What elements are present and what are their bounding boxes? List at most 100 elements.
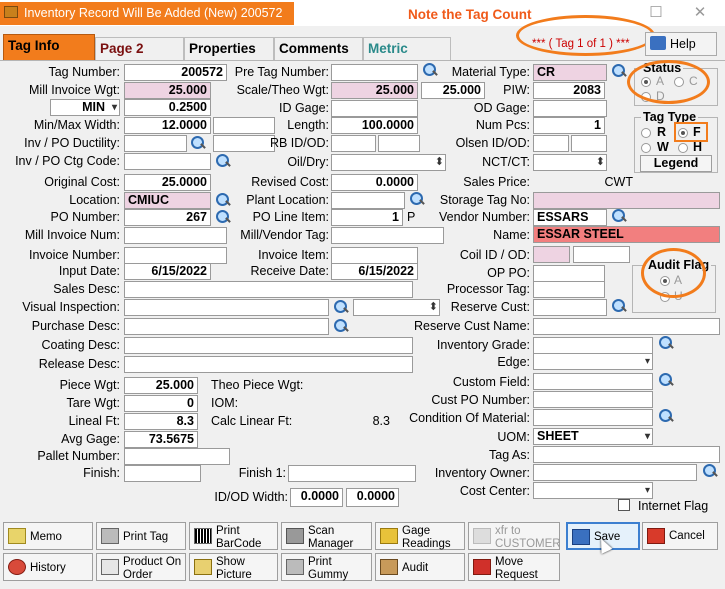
po-line-item-field[interactable]: 1	[331, 209, 403, 226]
coil-od-field[interactable]	[573, 246, 630, 263]
tag-number-field[interactable]: 200572	[124, 64, 227, 81]
help-button[interactable]: Help	[645, 32, 717, 56]
pallet-number-field[interactable]	[124, 448, 230, 465]
vendor-number-field[interactable]: ESSARS	[533, 209, 607, 226]
cost-center-select[interactable]	[533, 482, 653, 499]
reserve-cust-name-field[interactable]	[533, 318, 720, 335]
inventory-grade-field[interactable]	[533, 337, 653, 354]
piw-field[interactable]: 2083	[533, 82, 605, 99]
gage-readings-button[interactable]: Gage Readings	[375, 522, 465, 550]
inventory-owner-search-icon[interactable]	[700, 462, 720, 480]
piece-wgt-field[interactable]: 25.000	[124, 377, 198, 394]
original-cost-field[interactable]: 25.0000	[124, 174, 211, 191]
close-window-icon[interactable]: ✕	[690, 4, 710, 22]
min-max-width-field[interactable]: 12.0000	[124, 117, 211, 134]
num-pcs-field[interactable]: 1	[533, 117, 605, 134]
location-field[interactable]: CMIUC	[124, 192, 211, 209]
scale-wgt-field[interactable]: 25.000	[331, 82, 418, 99]
inv-po-ctg-code-field[interactable]	[124, 153, 211, 170]
release-desc-field[interactable]	[124, 356, 413, 373]
purchase-desc-search-icon[interactable]	[331, 317, 351, 335]
tab-comments[interactable]: Comments	[274, 37, 363, 60]
edge-select[interactable]	[533, 353, 653, 370]
olsen-id-field[interactable]	[533, 135, 569, 152]
min-max-value-field[interactable]: 0.2500	[124, 99, 211, 116]
pre-tag-number-field[interactable]	[331, 64, 418, 81]
input-date-field[interactable]: 6/15/2022	[124, 263, 211, 280]
tag-as-field[interactable]	[533, 446, 720, 463]
mill-invoice-wgt-field[interactable]: 25.000	[124, 82, 211, 99]
invoice-item-field[interactable]	[331, 247, 418, 264]
scan-manager-button[interactable]: Scan Manager	[281, 522, 372, 550]
audit-button[interactable]: Audit	[375, 553, 465, 581]
oil-dry-label: Oil/Dry:	[287, 155, 329, 169]
maximize-icon[interactable]: ☐	[646, 4, 666, 22]
history-button[interactable]: History	[3, 553, 93, 581]
tag-type-w-radio[interactable]	[641, 143, 651, 153]
rb-od-field[interactable]	[378, 135, 420, 152]
plant-location-field[interactable]	[331, 192, 405, 209]
od-gage-field[interactable]	[533, 100, 607, 117]
invoice-number-field[interactable]	[124, 247, 227, 264]
visual-inspection-field[interactable]	[124, 299, 329, 316]
receive-date-field[interactable]: 6/15/2022	[331, 263, 418, 280]
tab-metric[interactable]: Metric	[363, 37, 451, 60]
finish-field[interactable]	[124, 465, 201, 482]
cust-po-number-field[interactable]	[533, 391, 653, 408]
print-barcode-button[interactable]: Print BarCode	[189, 522, 278, 550]
reserve-cust-search-icon[interactable]	[609, 297, 629, 315]
ductility-search-icon[interactable]	[188, 134, 208, 152]
revised-cost-field[interactable]: 0.0000	[331, 174, 418, 191]
id-width-field[interactable]: 0.0000	[290, 488, 343, 507]
material-type-search-icon[interactable]	[609, 62, 629, 80]
legend-button[interactable]: Legend	[640, 155, 712, 172]
custom-field-search-icon[interactable]	[656, 371, 676, 389]
vendor-number-search-icon[interactable]	[609, 207, 629, 225]
processor-tag-field[interactable]	[533, 281, 605, 298]
print-tag-button[interactable]: Print Tag	[96, 522, 186, 550]
lineal-ft-field[interactable]: 8.3	[124, 413, 198, 430]
min-max-select[interactable]: MIN	[50, 99, 120, 116]
show-picture-button[interactable]: Show Picture	[189, 553, 278, 581]
condition-search-icon[interactable]	[656, 407, 676, 425]
tare-wgt-field[interactable]: 0	[124, 395, 198, 412]
od-width-field[interactable]: 0.0000	[346, 488, 399, 507]
visual-inspection-search-icon[interactable]	[331, 298, 351, 316]
purchase-desc-field[interactable]	[124, 318, 329, 335]
op-po-field[interactable]	[533, 265, 605, 282]
reserve-cust-field[interactable]	[533, 299, 607, 316]
avg-gage-field[interactable]: 73.5675	[124, 431, 198, 448]
tab-page-2[interactable]: Page 2	[95, 37, 184, 60]
sales-desc-field[interactable]	[124, 281, 413, 298]
rb-id-field[interactable]	[331, 135, 376, 152]
finish-1-field[interactable]	[288, 465, 416, 482]
xfr-to-customer-button[interactable]: xfr to CUSTOMER	[468, 522, 561, 550]
nct-ct-spinner[interactable]	[533, 154, 607, 171]
print-gummy-button[interactable]: Print Gummy	[281, 553, 372, 581]
tag-type-h-radio[interactable]	[678, 143, 688, 153]
product-on-order-button[interactable]: Product On Order	[96, 553, 186, 581]
oil-dry-spinner[interactable]	[331, 154, 446, 171]
tag-type-r-radio[interactable]	[641, 128, 651, 138]
memo-button[interactable]: Memo	[3, 522, 93, 550]
move-request-button[interactable]: Move Request	[468, 553, 560, 581]
length-field[interactable]: 100.0000	[331, 117, 418, 134]
custom-field-input[interactable]	[533, 373, 653, 390]
internet-flag-checkbox[interactable]	[618, 499, 630, 511]
olsen-od-field[interactable]	[571, 135, 607, 152]
cancel-button[interactable]: Cancel	[642, 522, 718, 550]
uom-select[interactable]: SHEET	[533, 428, 653, 445]
coating-desc-field[interactable]	[124, 337, 413, 354]
id-gage-field[interactable]	[331, 100, 418, 117]
condition-of-material-field[interactable]	[533, 409, 653, 426]
inv-po-ductility-field[interactable]	[124, 135, 187, 152]
vendor-name-field[interactable]: ESSAR STEEL	[533, 226, 720, 243]
material-type-field[interactable]: CR	[533, 64, 607, 81]
id-gage-label: ID Gage:	[278, 101, 329, 115]
po-number-field[interactable]: 267	[124, 209, 211, 226]
coil-id-field[interactable]	[533, 246, 570, 263]
tab-tag-info[interactable]: Tag Info	[3, 34, 95, 61]
tab-properties[interactable]: Properties	[184, 37, 274, 60]
inventory-grade-search-icon[interactable]	[656, 334, 676, 352]
inventory-owner-field[interactable]	[533, 464, 697, 481]
